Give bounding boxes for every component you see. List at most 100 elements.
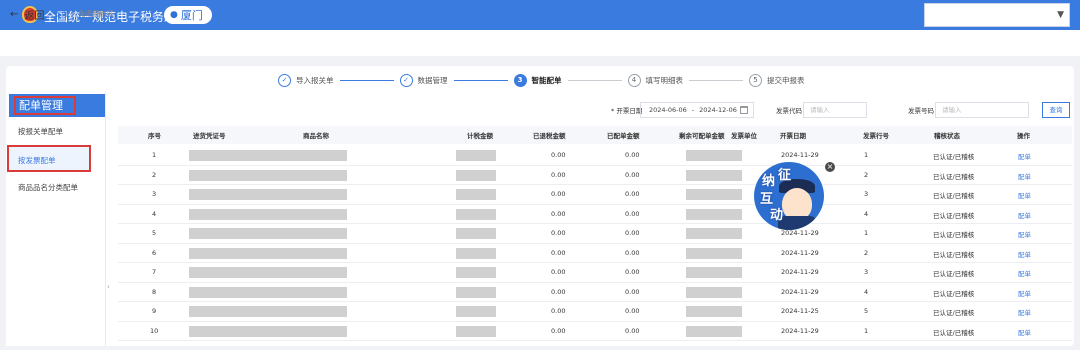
invoice-line-no: 4: [864, 287, 869, 296]
redacted-tax-amount: [456, 247, 496, 259]
invoice-line-no: 2: [864, 170, 869, 179]
step-number: 5: [749, 73, 762, 87]
back-button[interactable]: ← 返回: [10, 7, 44, 22]
close-icon[interactable]: ×: [825, 162, 835, 172]
step-number: 4: [627, 73, 641, 87]
invoice-line-no: 3: [864, 190, 869, 198]
match-action-link[interactable]: 配单: [1018, 268, 1031, 278]
redacted-voucher-product: [189, 189, 347, 200]
sub-nav: [0, 30, 1080, 56]
collapse-left-icon[interactable]: ‹: [107, 283, 110, 291]
refunded-amount: 0.00: [551, 170, 566, 179]
check-circle-icon: ✓: [278, 73, 291, 87]
invoice-date: 2024-11-29: [781, 151, 819, 159]
refunded-amount: 0.00: [551, 229, 566, 237]
step-label: 数据管理: [417, 75, 448, 85]
match-action-link[interactable]: 配单: [1018, 190, 1031, 200]
matched-amount: 0.00: [625, 326, 640, 335]
region-selector[interactable]: ● 厦门: [164, 6, 212, 24]
audit-status: 已认证/已稽核: [933, 231, 975, 239]
redacted-remaining: [686, 267, 742, 278]
col-header: 发票行号: [863, 132, 889, 140]
query-button[interactable]: 查询: [1042, 102, 1070, 118]
row-number: 5: [152, 229, 157, 237]
step-submit[interactable]: 5 提交申报表: [749, 73, 805, 87]
step-label: 填写明细表: [645, 75, 684, 85]
match-action-link[interactable]: 配单: [1018, 249, 1031, 259]
sidebar-item-by-product-category[interactable]: 商品品名分类配单: [18, 182, 78, 193]
audit-status: 已认证/已稽核: [933, 270, 975, 278]
matched-amount: 0.00: [625, 307, 640, 315]
refunded-amount: 0.00: [551, 248, 566, 257]
row-number: 3: [152, 190, 157, 198]
user-select[interactable]: ▼: [924, 3, 1070, 27]
step-label: 导入报关单: [296, 75, 334, 85]
invoice-line-no: 1: [864, 151, 869, 159]
invoice-number-input[interactable]: 请输入: [935, 102, 1029, 118]
col-header: 已退税金额: [533, 132, 566, 140]
invoice-line-no: 5: [864, 307, 869, 315]
invoice-line-no: 1: [864, 229, 869, 237]
redacted-tax-amount: [456, 267, 496, 278]
match-action-link[interactable]: 配单: [1018, 171, 1031, 181]
caret-down-icon: ▼: [1057, 10, 1064, 20]
step-label: 智能配单: [531, 75, 562, 85]
match-action-link[interactable]: 配单: [1018, 307, 1031, 317]
step-import-declaration[interactable]: ✓ 导入报关单: [278, 73, 334, 87]
invoice-code-label: 发票代码: [776, 107, 802, 115]
refunded-amount: 0.00: [551, 287, 566, 296]
row-number: 6: [152, 248, 157, 257]
row-number: 1: [152, 151, 157, 159]
matched-amount: 0.00: [625, 170, 640, 179]
step-smart-matching[interactable]: 3 智能配单: [513, 73, 562, 87]
matched-amount: 0.00: [625, 268, 640, 276]
match-action-link[interactable]: 配单: [1018, 327, 1031, 337]
step-connector: [339, 79, 394, 81]
sidebar-item-by-invoice[interactable]: 按发票配单: [7, 145, 91, 172]
matched-amount: 0.00: [625, 248, 640, 257]
row-number: 8: [152, 287, 157, 296]
invoice-line-no: 4: [864, 209, 869, 218]
refunded-amount: 0.00: [551, 326, 566, 335]
step-connector: [453, 79, 508, 81]
sidebar-title: 配单管理: [14, 96, 76, 115]
redacted-remaining: [686, 286, 742, 298]
mascot-char: 征: [778, 168, 792, 183]
redacted-voucher-product: [189, 169, 347, 181]
col-header: 商品名称: [303, 132, 329, 140]
col-header: 计税金额: [467, 132, 493, 140]
redacted-tax-amount: [456, 169, 496, 181]
breadcrumb-home[interactable]: 首页: [54, 10, 68, 18]
invoice-date: 2024-11-29: [781, 287, 819, 296]
redacted-voucher-product: [189, 325, 347, 337]
col-header: 序号: [148, 132, 161, 140]
step-fill-details[interactable]: 4 填写明细表: [627, 73, 684, 87]
mascot-char: 纳: [762, 174, 776, 189]
invoice-date: 2024-11-29: [781, 326, 819, 335]
row-number: 7: [152, 268, 157, 276]
match-action-link[interactable]: 配单: [1018, 229, 1031, 239]
calendar-icon: [740, 106, 748, 114]
step-data-management[interactable]: ✓ 数据管理: [399, 73, 448, 87]
mascot-char: 动: [770, 208, 784, 223]
match-action-link[interactable]: 配单: [1018, 210, 1031, 220]
step-progress: ✓ 导入报关单 ✓ 数据管理 3 智能配单 4 填写明细表 5 提交申报表: [278, 72, 805, 88]
redacted-tax-amount: [456, 286, 496, 298]
invoice-line-no: 1: [864, 326, 869, 335]
redacted-tax-amount: [456, 325, 496, 337]
refunded-amount: 0.00: [551, 190, 566, 198]
matched-amount: 0.00: [625, 229, 640, 237]
breadcrumb-current: 免退税申报: [78, 10, 114, 18]
invoice-code-input[interactable]: 请输入: [803, 102, 867, 118]
date-range-input[interactable]: 2024-06-06 - 2024-12-06: [640, 102, 754, 118]
sidebar-item-by-declaration[interactable]: 按报关单配单: [18, 126, 63, 137]
step-label: 提交申报表: [767, 75, 805, 85]
match-action-link[interactable]: 配单: [1018, 151, 1031, 161]
redacted-remaining: [686, 169, 742, 181]
redacted-tax-amount: [456, 189, 496, 200]
redacted-voucher-product: [189, 286, 347, 298]
redacted-voucher-product: [189, 247, 347, 259]
match-action-link[interactable]: 配单: [1018, 288, 1031, 298]
col-header: 剩余可配单金额: [679, 132, 725, 140]
col-header: 操作: [1017, 132, 1030, 140]
